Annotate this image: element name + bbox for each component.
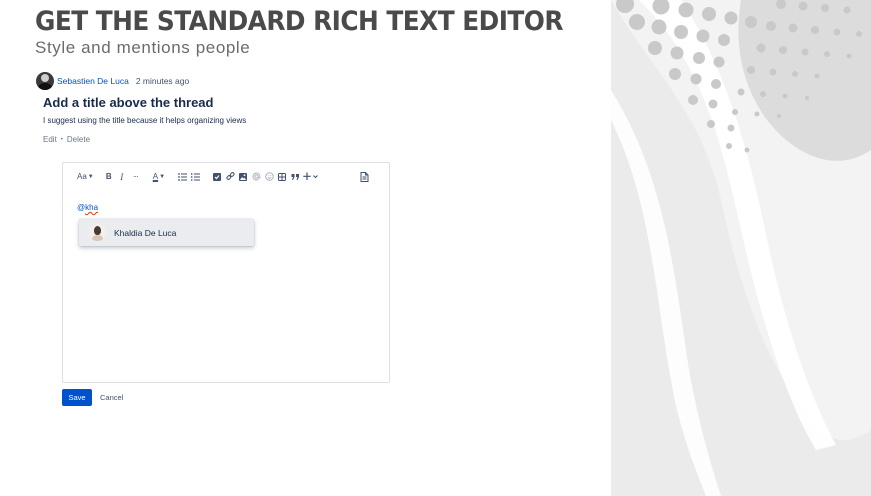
text-color-label: A	[152, 172, 159, 181]
mention-prefix: @	[77, 203, 86, 212]
rich-text-editor[interactable]: Aa ▼ B I ··· A ▼ @kha Khaldia De Luca	[62, 162, 390, 383]
save-button[interactable]: Save	[62, 389, 92, 406]
italic-button[interactable]: I	[117, 170, 127, 184]
comment-timestamp: 2 minutes ago	[135, 76, 190, 86]
author-name-link[interactable]: Sebastien De Luca	[57, 76, 129, 86]
chevron-down-icon: ▼	[87, 173, 94, 180]
editor-toolbar: Aa ▼ B I ··· A ▼	[63, 163, 389, 190]
mention-suggestion-item[interactable]: Khaldia De Luca	[79, 219, 254, 246]
bullet-list-icon[interactable]	[177, 170, 187, 184]
action-separator: •	[60, 136, 63, 143]
text-style-label: Aa	[77, 172, 87, 181]
comment-actions: Edit • Delete	[43, 135, 90, 144]
suggestion-name: Khaldia De Luca	[114, 227, 177, 238]
decorative-panel	[611, 0, 871, 496]
table-icon[interactable]	[277, 170, 287, 184]
action-item-icon[interactable]	[212, 170, 222, 184]
text-color-dropdown[interactable]: A ▼	[153, 170, 165, 184]
insert-icon[interactable]	[303, 170, 319, 184]
link-icon[interactable]	[225, 170, 235, 184]
quote-icon[interactable]	[290, 170, 300, 184]
bold-button[interactable]: B	[104, 170, 114, 184]
edit-link[interactable]: Edit	[43, 135, 57, 144]
template-icon[interactable]	[359, 170, 369, 184]
cancel-button[interactable]: Cancel	[100, 389, 123, 406]
suggestion-avatar	[89, 224, 106, 241]
decorative-swoosh-graphic	[611, 0, 871, 496]
image-icon[interactable]	[238, 170, 248, 184]
mention-icon[interactable]	[251, 170, 261, 184]
more-formatting-button[interactable]: ···	[130, 170, 141, 184]
thread-title: Add a title above the thread	[43, 95, 214, 110]
comment-meta: Sebastien De Luca 2 minutes ago	[36, 71, 189, 91]
numbered-list-icon[interactable]	[190, 170, 200, 184]
mention-query: kha	[85, 203, 99, 212]
delete-link[interactable]: Delete	[67, 135, 90, 144]
thread-body: I suggest using the title because it hel…	[43, 116, 247, 125]
emoji-icon[interactable]	[264, 170, 274, 184]
mention-input-text[interactable]: @kha	[77, 203, 98, 212]
text-style-dropdown[interactable]: Aa ▼	[77, 170, 94, 184]
author-avatar[interactable]	[36, 72, 54, 90]
hero-subtitle: Style and mentions people	[35, 38, 251, 57]
hero-title: GET THE STANDARD RICH TEXT EDITOR	[35, 6, 564, 37]
chevron-down-icon: ▼	[159, 173, 166, 180]
